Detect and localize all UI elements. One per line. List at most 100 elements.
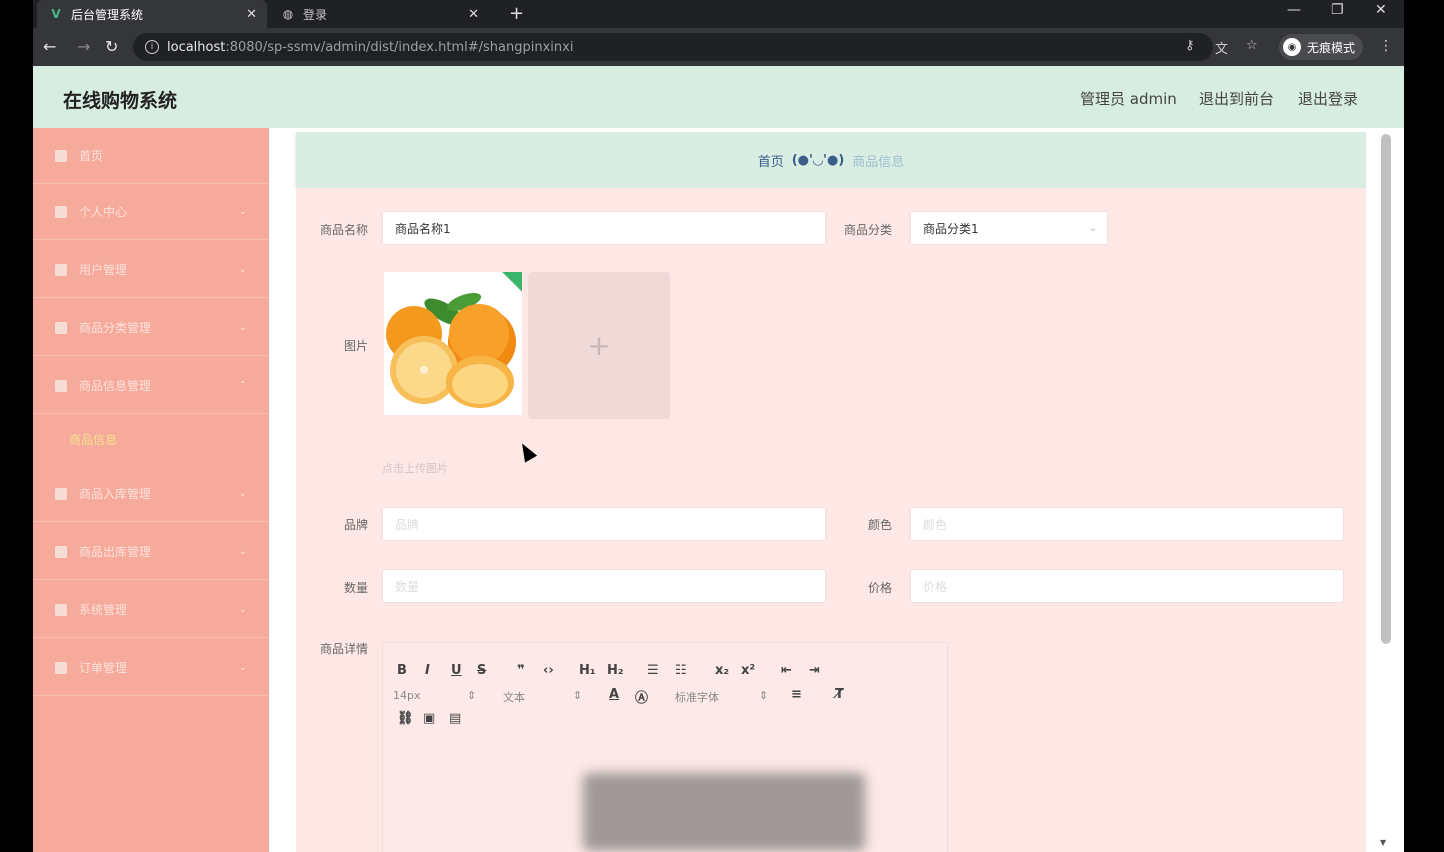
align-icon[interactable]: ≡ [791,687,802,702]
window-close-icon[interactable]: ✕ [1375,2,1387,18]
text-type-select[interactable]: 文本 [503,689,525,705]
logout-link[interactable]: 退出登录 [1298,88,1358,109]
new-tab-icon[interactable]: + [509,3,524,24]
image-icon[interactable]: ▣ [423,711,435,726]
video-icon[interactable]: ▤ [449,711,461,726]
brand-label: 品牌 [343,518,368,532]
sidebar-item-label: 商品信息管理 [79,379,152,393]
incognito-label: 无痕模式 [1307,40,1356,55]
chevron-down-icon: ⌄ [1088,222,1097,234]
chevron-updown-icon: ⇕ [467,689,477,702]
breadcrumb-current: 商品信息 [852,154,905,170]
clear-format-icon[interactable]: T̸ [835,687,844,702]
sidebar-subitem-product-info[interactable]: 商品信息 [33,414,269,464]
quantity-input[interactable]: 数量 [382,569,826,603]
sidebar-item-orders[interactable]: 订单管理 ⌄ [33,640,269,696]
minimize-icon[interactable]: — [1287,2,1301,18]
brand-input[interactable]: 品牌 [382,507,826,541]
globe-icon: ◍ [282,7,294,21]
quantity-label: 数量 [343,581,368,595]
upload-tip: 点击上传图片 [382,462,448,475]
rich-text-editor[interactable]: B I U S ❞ ‹› H₁ H₂ ☰ ☷ x₂ x² ⇤ ⇥ 14px ⇕ … [382,642,948,852]
blockquote-icon[interactable]: ❞ [517,663,525,678]
code-block-icon[interactable]: ‹› [543,663,554,678]
heading2-icon[interactable]: H₂ [607,663,624,678]
user-icon [55,205,67,218]
grid-icon [55,321,67,334]
app-title: 在线购物系统 [63,90,178,112]
sidebar-item-users[interactable]: 用户管理 ⌄ [33,242,269,298]
background-color-icon[interactable]: Ⓐ [635,687,648,706]
product-category-label: 商品分类 [843,223,892,237]
product-name-input[interactable]: 商品名称1 [382,211,826,245]
chevron-down-icon: ⌄ [238,488,247,499]
sidebar-item-stock-out[interactable]: 商品出库管理 ⌄ [33,524,269,580]
forward-icon[interactable]: → [77,37,90,56]
link-icon[interactable]: ⛓ [397,711,414,726]
tab-admin[interactable]: V 后台管理系统 ✕ [37,0,267,28]
sidebar-item-profile[interactable]: 个人中心 ⌄ [33,184,269,240]
box-icon [55,487,67,500]
close-icon[interactable]: ✕ [468,7,479,22]
sidebar-item-home[interactable]: 首页 [33,128,269,184]
uploaded-image-thumbnail[interactable] [384,272,522,415]
browser-window: V 后台管理系统 ✕ ◍ 登录 ✕ + — ❐ ✕ ← → ↻ i localh… [33,0,1404,852]
indent-icon[interactable]: ⇥ [809,663,820,678]
ordered-list-icon[interactable]: ☰ [647,663,659,678]
chevron-down-icon: ⌄ [238,604,247,615]
strikethrough-icon[interactable]: S [477,663,486,678]
bold-icon[interactable]: B [397,663,407,678]
chevron-updown-icon: ⇕ [573,689,583,702]
product-category-select[interactable]: 商品分类1 ⌄ [910,211,1108,245]
sidebar-item-stock-in[interactable]: 商品入库管理 ⌄ [33,466,269,522]
translate-icon[interactable]: 文 [1215,38,1228,57]
scroll-down-icon[interactable]: ▼ [1380,838,1386,847]
reload-icon[interactable]: ↻ [105,37,118,56]
heading1-icon[interactable]: H₁ [579,663,596,678]
star-icon[interactable]: ☆ [1246,38,1258,53]
scrollbar[interactable]: ▼ [1366,128,1404,852]
outdent-icon[interactable]: ⇤ [781,663,792,678]
category-selected-value: 商品分类1 [923,221,979,236]
tab-login[interactable]: ◍ 登录 ✕ [269,0,489,28]
scrollbar-thumb[interactable] [1381,134,1391,644]
restore-icon[interactable]: ❐ [1331,2,1344,18]
breadcrumb-home[interactable]: 首页 [758,151,784,170]
font-family-select[interactable]: 标准字体 [675,689,719,705]
superscript-icon[interactable]: x² [741,663,755,678]
info-icon[interactable]: i [145,40,159,54]
key-icon[interactable]: ⚷ [1185,38,1195,53]
font-color-icon[interactable]: A [609,687,619,702]
upload-image-button[interactable]: + [528,272,670,419]
back-icon[interactable]: ← [43,37,56,56]
address-bar[interactable]: i localhost :8080/sp-ssmv/admin/dist/ind… [133,33,1213,61]
sidebar-item-category[interactable]: 商品分类管理 ⌄ [33,300,269,356]
font-size-select[interactable]: 14px [393,689,421,702]
send-icon [55,263,67,276]
chevron-updown-icon: ⇕ [759,689,769,702]
sidebar-item-products[interactable]: 商品信息管理 ⌃ [33,358,269,414]
menu-icon[interactable]: ⋮ [1379,38,1393,54]
close-icon[interactable]: ✕ [246,7,257,22]
chevron-up-icon: ⌃ [238,380,247,391]
sidebar-item-label: 商品出库管理 [79,545,152,559]
front-end-link[interactable]: 退出到前台 [1199,88,1274,109]
sidebar-item-system[interactable]: 系统管理 ⌄ [33,582,269,638]
chevron-down-icon: ⌄ [238,206,247,217]
italic-icon[interactable]: I [425,663,430,678]
subscript-icon[interactable]: x₂ [715,663,729,678]
url-path: :8080/sp-ssmv/admin/dist/index.html#/sha… [225,39,574,55]
sidebar-subitem-label: 商品信息 [69,432,118,447]
admin-user-label: 管理员 admin [1080,90,1177,108]
price-input[interactable]: 价格 [910,569,1344,603]
sidebar-item-label: 系统管理 [79,603,128,617]
incognito-badge[interactable]: ◉ 无痕模式 [1279,34,1364,60]
person-icon [55,545,67,558]
chevron-down-icon: ⌄ [238,322,247,333]
color-input[interactable]: 颜色 [910,507,1344,541]
underline-icon[interactable]: U [451,663,462,678]
sidebar-item-label: 商品分类管理 [79,321,152,335]
bullet-list-icon[interactable]: ☷ [675,663,687,678]
flag-icon [55,603,67,616]
browser-toolbar: ← → ↻ i localhost :8080/sp-ssmv/admin/di… [33,28,1404,66]
